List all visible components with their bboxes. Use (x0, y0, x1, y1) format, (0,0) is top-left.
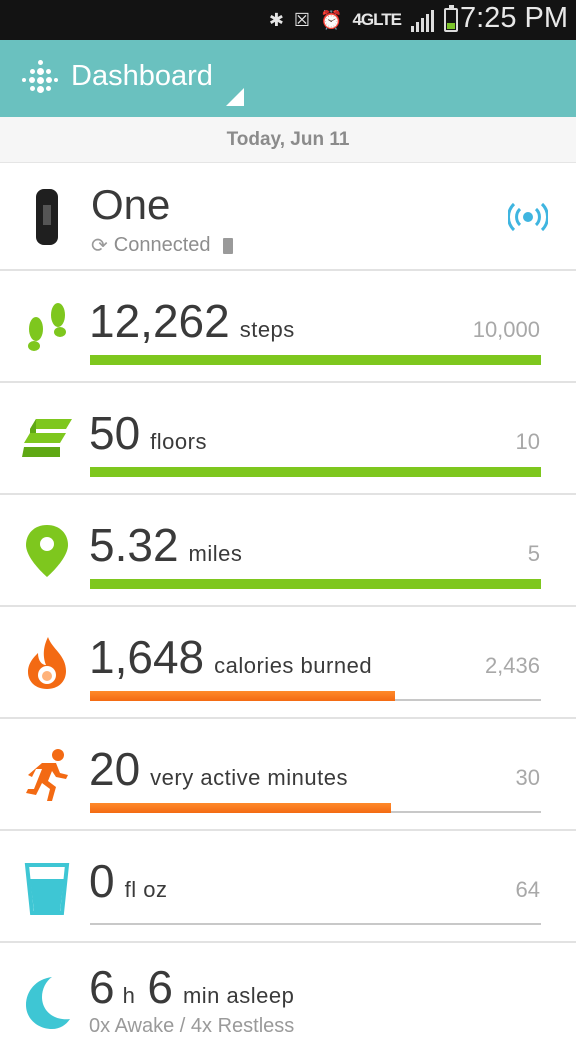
distance-value-line: 5.32 miles (89, 521, 242, 578)
active-value-line: 20 very active minutes (89, 745, 348, 802)
sleep-row[interactable]: 6 h 6 min asleep 0x Awake / 4x Restless (0, 943, 576, 1043)
stairs-icon (22, 419, 72, 457)
steps-unit: steps (239, 317, 295, 342)
bluetooth-icon: ✱ (268, 9, 284, 30)
footsteps-icon (28, 303, 66, 351)
sleep-hours-unit: h (122, 983, 136, 1008)
water-row[interactable]: 0 fl oz 64 (0, 831, 576, 943)
flame-icon (28, 637, 66, 689)
calories-row[interactable]: 1,648 calories burned 2,436 (0, 607, 576, 719)
device-name: One (91, 181, 171, 228)
water-value-line: 0 fl oz (89, 857, 167, 914)
network-type: 4GLTE (352, 10, 402, 29)
water-goal: 64 (515, 877, 540, 902)
location-pin-icon (26, 525, 68, 577)
steps-value-line: 12,262 steps (89, 297, 295, 354)
sync-icon: ⟳ (91, 235, 108, 257)
app-bar: Dashboard (0, 40, 576, 117)
sleep-value-line: 6 h 6 min asleep (89, 963, 294, 1020)
sleep-minutes: 6 (147, 961, 173, 1013)
device-status: Connected (113, 234, 211, 256)
floors-row[interactable]: 50 floors 10 (0, 383, 576, 495)
dropdown-corner-icon[interactable] (226, 88, 244, 106)
floors-unit: floors (150, 429, 207, 454)
active-value: 20 (89, 743, 141, 795)
floors-progress-fill (90, 467, 541, 477)
distance-unit: miles (188, 541, 243, 566)
active-minutes-row[interactable]: 20 very active minutes 30 (0, 719, 576, 831)
water-glass-icon (24, 863, 70, 915)
steps-progress-fill (90, 355, 541, 365)
app-title[interactable]: Dashboard (71, 60, 213, 93)
distance-goal: 5 (527, 541, 540, 566)
steps-progress-bar (90, 355, 541, 365)
fitbit-logo-icon[interactable] (20, 60, 60, 96)
floors-goal: 10 (515, 429, 540, 454)
steps-goal: 10,000 (472, 317, 540, 342)
sleep-hours: 6 (89, 961, 115, 1013)
status-icons: ✱ ☒ ⏰ 4GLTE (268, 5, 458, 34)
floors-progress-bar (90, 467, 541, 477)
active-progress-fill (90, 803, 391, 813)
water-progress-bar (90, 915, 541, 925)
distance-progress-fill (90, 579, 541, 589)
water-value: 0 (89, 855, 115, 907)
calories-value-line: 1,648 calories burned (89, 633, 372, 690)
wireless-sync-icon[interactable] (508, 200, 548, 234)
steps-value: 12,262 (89, 295, 230, 347)
signal-icon (411, 8, 434, 32)
calories-unit: calories burned (214, 653, 373, 678)
calories-goal: 2,436 (484, 653, 540, 678)
water-unit: fl oz (124, 877, 168, 902)
alarm-icon: ⏰ (320, 9, 343, 30)
sleep-minutes-unit: min asleep (182, 983, 295, 1008)
device-connection: ⟳ Connected (91, 233, 233, 258)
calories-progress-bar (90, 691, 541, 701)
battery-icon (444, 5, 458, 32)
device-row[interactable]: One ⟳ Connected (0, 163, 576, 271)
tracker-device-icon (36, 189, 58, 245)
moon-icon (26, 977, 70, 1029)
date-header: Today, Jun 11 (0, 117, 576, 163)
calories-progress-fill (90, 691, 396, 701)
floors-value-line: 50 floors (89, 409, 207, 466)
runner-icon (26, 749, 68, 801)
active-unit: very active minutes (150, 765, 348, 790)
status-bar: ✱ ☒ ⏰ 4GLTE 7:25 PM (0, 0, 576, 40)
status-time: 7:25 PM (460, 2, 568, 34)
mute-icon: ☒ (293, 9, 311, 30)
sleep-detail: 0x Awake / 4x Restless (89, 1015, 295, 1037)
distance-value: 5.32 (89, 519, 179, 571)
calories-value: 1,648 (89, 631, 205, 683)
distance-row[interactable]: 5.32 miles 5 (0, 495, 576, 607)
distance-progress-bar (90, 579, 541, 589)
floors-value: 50 (89, 407, 141, 459)
active-progress-bar (90, 803, 541, 813)
device-battery-icon (222, 237, 233, 254)
steps-row[interactable]: 12,262 steps 10,000 (0, 271, 576, 383)
active-goal: 30 (515, 765, 540, 790)
